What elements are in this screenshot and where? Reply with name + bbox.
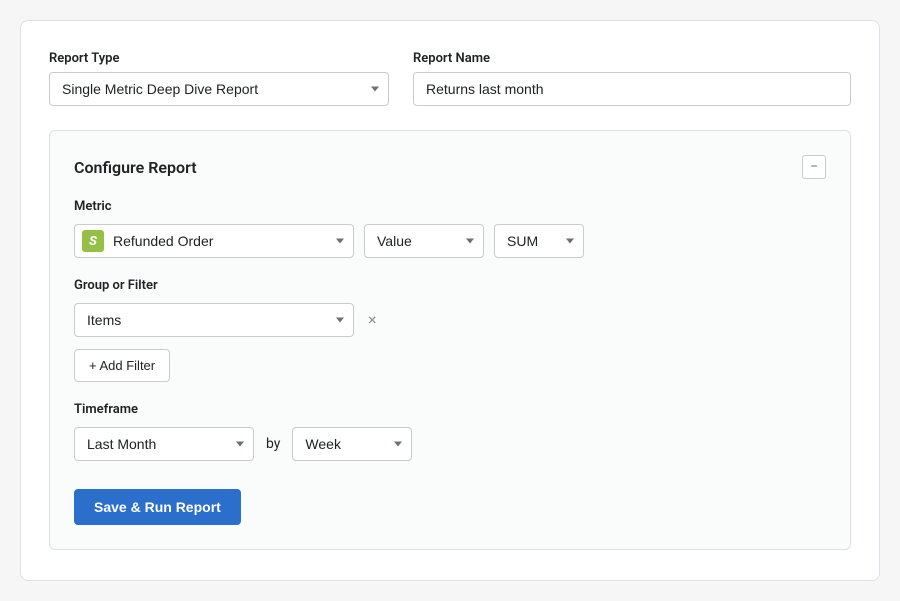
report-name-field: Report Name bbox=[413, 51, 851, 106]
filter-select-wrapper: Items bbox=[74, 303, 354, 337]
timeframe-section: Timeframe Last Month by Week bbox=[74, 402, 826, 461]
save-run-button[interactable]: Save & Run Report bbox=[74, 489, 241, 525]
report-type-field: Report Type Single Metric Deep Dive Repo… bbox=[49, 51, 389, 106]
week-select-wrapper: Week bbox=[292, 427, 412, 461]
page-container: Report Type Single Metric Deep Dive Repo… bbox=[20, 20, 880, 581]
by-label: by bbox=[266, 436, 280, 452]
filter-select[interactable]: Items bbox=[74, 303, 354, 337]
timeframe-row: Last Month by Week bbox=[74, 427, 826, 461]
group-filter-section: Group or Filter Items × + Add Filter bbox=[74, 278, 826, 382]
report-type-select[interactable]: Single Metric Deep Dive Report bbox=[49, 72, 389, 106]
configure-header: Configure Report − bbox=[74, 155, 826, 179]
configure-panel: Configure Report − Metric S Refunded Ord… bbox=[49, 130, 851, 550]
metric-select-wrapper: S Refunded Order bbox=[74, 224, 354, 258]
top-row: Report Type Single Metric Deep Dive Repo… bbox=[49, 51, 851, 106]
timeframe-select[interactable]: Last Month bbox=[74, 427, 254, 461]
configure-title: Configure Report bbox=[74, 158, 197, 177]
group-filter-label: Group or Filter bbox=[74, 278, 826, 293]
timeframe-label: Timeframe bbox=[74, 402, 826, 417]
report-type-label: Report Type bbox=[49, 51, 389, 66]
week-select[interactable]: Week bbox=[292, 427, 412, 461]
report-name-input[interactable] bbox=[413, 72, 851, 106]
metric-row: S Refunded Order Value SUM bbox=[74, 224, 826, 258]
sum-select-wrapper: SUM bbox=[494, 224, 584, 258]
add-filter-button[interactable]: + Add Filter bbox=[74, 349, 170, 382]
collapse-button[interactable]: − bbox=[802, 155, 826, 179]
metric-select[interactable]: Refunded Order bbox=[74, 224, 354, 258]
value-select[interactable]: Value bbox=[364, 224, 484, 258]
metric-section: Metric S Refunded Order Valu bbox=[74, 199, 826, 258]
sum-select[interactable]: SUM bbox=[494, 224, 584, 258]
value-select-wrapper: Value bbox=[364, 224, 484, 258]
filter-row: Items × bbox=[74, 303, 826, 337]
metric-label: Metric bbox=[74, 199, 826, 214]
report-name-label: Report Name bbox=[413, 51, 851, 66]
close-filter-button[interactable]: × bbox=[364, 310, 381, 330]
report-type-select-wrapper: Single Metric Deep Dive Report bbox=[49, 72, 389, 106]
timeframe-select-wrapper: Last Month bbox=[74, 427, 254, 461]
